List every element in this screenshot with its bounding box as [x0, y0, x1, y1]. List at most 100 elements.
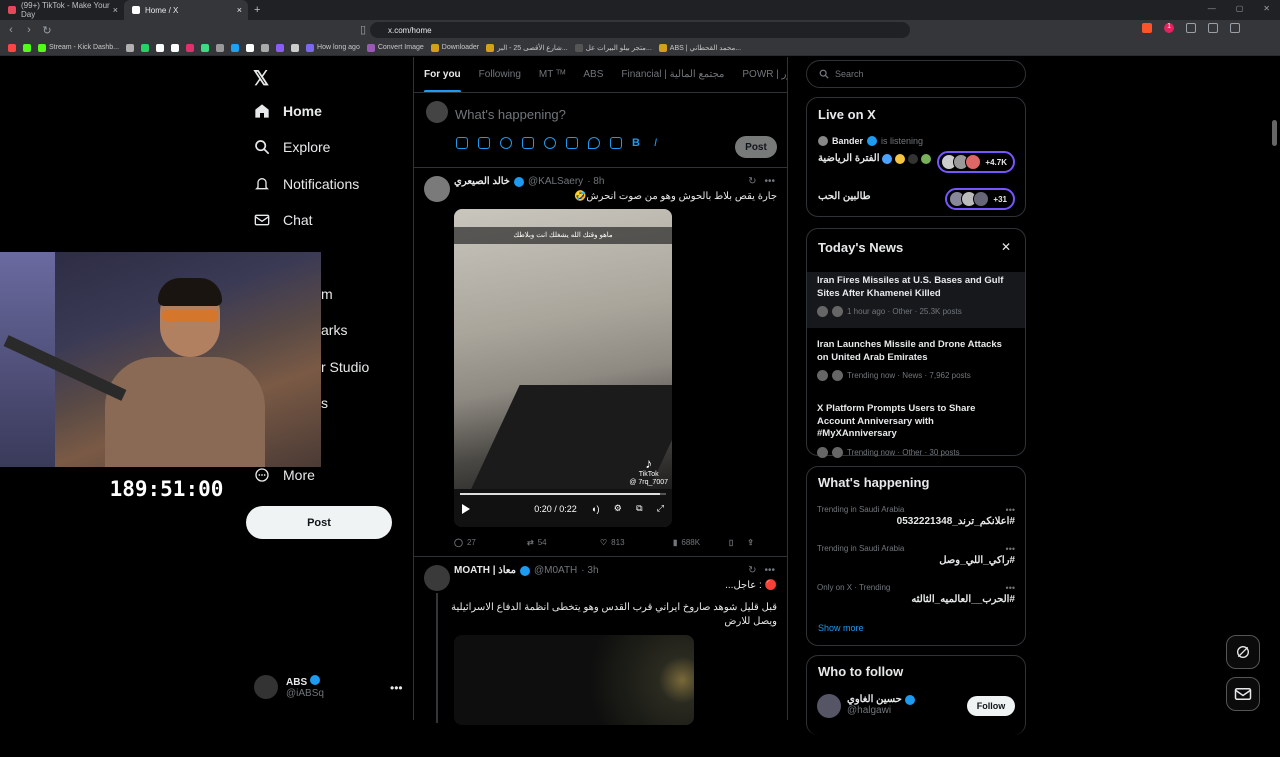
grok-icon[interactable] [500, 137, 512, 149]
bookmark-item[interactable] [156, 43, 165, 52]
bookmark-item[interactable] [141, 43, 150, 52]
volume-icon[interactable]: ◖) [591, 504, 599, 514]
trend-item[interactable]: Trending in Saudi Arabia #اعلانكم_ترند_0… [817, 505, 1015, 527]
back-icon[interactable]: ‹ [4, 24, 18, 36]
brave-shield-icon[interactable] [1142, 23, 1153, 33]
nav-notifications[interactable]: Notifications [254, 176, 359, 192]
scrollbar-thumb[interactable] [1272, 120, 1277, 146]
forward-icon[interactable]: › [22, 24, 36, 36]
reload-icon[interactable]: ↻ [40, 24, 54, 37]
show-more-link[interactable]: Show more [818, 623, 864, 633]
bold-icon[interactable]: B [632, 137, 644, 149]
bookmark-item[interactable] [216, 43, 225, 52]
nav-chat[interactable]: Chat [254, 212, 313, 228]
bookmark-item[interactable]: Stream - Kick Dashb... [38, 43, 119, 52]
nav-explore[interactable]: Explore [254, 139, 330, 155]
nav-partial-item[interactable]: r Studio [321, 359, 369, 375]
bookmark-item[interactable] [186, 43, 195, 52]
more-options-icon[interactable]: ••• [1006, 583, 1015, 593]
messages-button[interactable] [1226, 677, 1260, 711]
bookmark-icon[interactable]: ▯ [729, 538, 733, 547]
bookmark-item[interactable]: Convert Image [366, 43, 424, 52]
x-logo-icon[interactable]: 𝕏 [253, 66, 269, 91]
compose-input[interactable]: What's happening? [455, 107, 566, 122]
bookmark-item[interactable] [261, 43, 270, 52]
bookmark-item[interactable] [246, 43, 255, 52]
space-2-listeners[interactable]: +31 [945, 188, 1015, 210]
tab-powr[interactable]: POWR | ور [742, 69, 787, 80]
avatar[interactable] [424, 565, 450, 591]
news-item[interactable]: Iran Fires Missiles at U.S. Bases and Gu… [807, 272, 1025, 328]
follow-button[interactable]: Follow [967, 696, 1015, 716]
tab-mt[interactable]: MT ᵀᴹ [539, 69, 565, 80]
emoji-icon[interactable] [544, 137, 556, 149]
bookmark-item[interactable] [291, 43, 300, 52]
bookmark-item[interactable] [276, 43, 285, 52]
trend-item[interactable]: Trending in Saudi Arabia #راكي_اللي_وصل … [817, 544, 1015, 566]
new-tab-icon[interactable]: + [248, 4, 266, 16]
reply-button[interactable]: ◯ 27 [454, 538, 527, 547]
grok-icon[interactable]: ↻ [748, 176, 756, 187]
tab-abs[interactable]: ABS [583, 69, 603, 80]
tab-for-you[interactable]: For you [424, 69, 461, 92]
space-host[interactable]: Bander is listening [818, 136, 923, 146]
poll-icon[interactable] [522, 137, 534, 149]
tweet[interactable]: خالد الصيعري @KALSaery · 8h ↻ ••• جارة ي… [414, 168, 787, 557]
play-icon[interactable] [462, 503, 470, 514]
more-options-icon[interactable]: ••• [764, 176, 775, 187]
bookmark-item[interactable] [201, 43, 210, 52]
space-1[interactable]: الفترة الرياضية [818, 153, 932, 164]
bookmark-item[interactable]: How long ago [306, 43, 360, 52]
pip-icon[interactable]: ⧉ [636, 503, 642, 514]
nav-partial-item[interactable]: arks [321, 322, 347, 338]
video-progress-bar[interactable] [460, 493, 666, 495]
suggested-user[interactable]: حسين الغاوي @halgawi [847, 694, 915, 716]
news-item[interactable]: X Platform Prompts Users to Share Accoun… [807, 403, 1025, 458]
tweet-time[interactable]: · 3h [581, 565, 598, 576]
tab-x-home[interactable]: Home / X × [124, 0, 248, 20]
account-switcher[interactable]: ABS @iABSq ••• [254, 675, 403, 699]
bookmark-item[interactable]: ABS | محمد القحطاني... [658, 43, 741, 52]
tab-following[interactable]: Following [479, 69, 521, 80]
bookmark-item[interactable] [126, 43, 135, 52]
close-window-icon[interactable]: ✕ [1263, 4, 1270, 13]
minimize-icon[interactable]: — [1208, 4, 1216, 13]
account-options-icon[interactable]: ••• [390, 681, 403, 695]
settings-icon[interactable]: ⚙ [614, 503, 622, 514]
like-button[interactable]: ♡ 813 [600, 538, 673, 547]
author-handle[interactable]: @KALSaery [528, 176, 583, 187]
nav-partial-item[interactable]: m [321, 286, 333, 302]
fullscreen-icon[interactable]: ⤢ [657, 503, 664, 514]
tweet[interactable]: MOATH | معاذ @M0ATH · 3h ↻ ••• 🔴 : عاجل.… [414, 557, 787, 757]
close-tab-icon[interactable]: × [237, 5, 242, 15]
tab-tiktok[interactable]: (99+) TikTok - Make Your Day × [0, 0, 124, 20]
share-icon[interactable]: ⇪ [747, 538, 754, 547]
italic-icon[interactable]: I [654, 137, 666, 149]
gif-icon[interactable] [478, 137, 490, 149]
bookmark-item[interactable]: متجر بيلو البيرات عل... [574, 43, 652, 52]
avatar[interactable] [817, 694, 841, 718]
author-name[interactable]: MOATH | معاذ [454, 565, 516, 576]
bookmark-item[interactable] [231, 43, 240, 52]
bookmark-item[interactable] [171, 43, 180, 52]
nav-partial-item[interactable]: s [321, 395, 328, 411]
space-1-listeners[interactable]: +4.7K [937, 151, 1015, 173]
author-handle[interactable]: @M0ATH [534, 565, 577, 576]
menu-icon[interactable] [1230, 23, 1240, 33]
close-tab-icon[interactable]: × [113, 5, 118, 15]
schedule-icon[interactable] [566, 137, 578, 149]
trend-item[interactable]: Only on X · Trending #الحرب__العالميه_ال… [817, 583, 1015, 605]
tweet-media-image[interactable] [454, 635, 694, 725]
news-item[interactable]: Iran Launches Missile and Drone Attacks … [807, 339, 1025, 381]
search-input[interactable]: Search [806, 60, 1026, 88]
bookmark-item[interactable] [23, 43, 31, 52]
maximize-icon[interactable]: ▢ [1236, 4, 1244, 13]
more-options-icon[interactable]: ••• [764, 565, 775, 576]
space-2[interactable]: طالبين الحب [818, 191, 871, 202]
video-player[interactable]: ماهو وقتك الله يشغلك انت وبلاطك ♪ TikTok… [454, 209, 672, 527]
image-icon[interactable] [456, 137, 468, 149]
compose-post-button[interactable]: Post [735, 136, 777, 158]
more-options-icon[interactable]: ••• [1006, 544, 1015, 554]
location-icon[interactable] [588, 137, 600, 149]
more-options-icon[interactable]: ••• [1006, 505, 1015, 515]
